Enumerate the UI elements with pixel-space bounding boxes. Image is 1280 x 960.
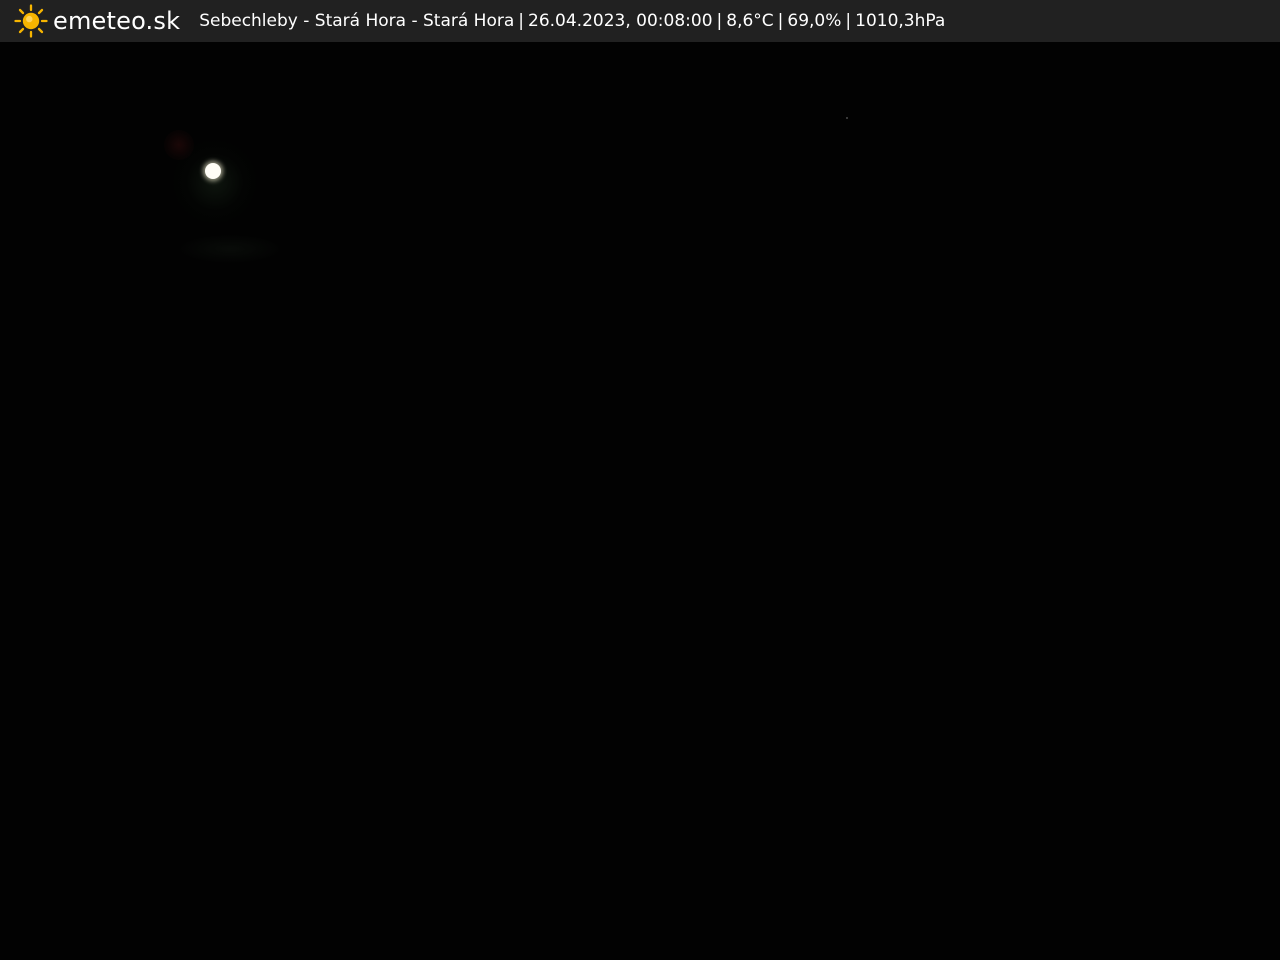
webcam-frame: emeteo.sk Sebechleby - Stará Hora - Star… bbox=[0, 0, 1280, 960]
brand-name: emeteo.sk bbox=[53, 7, 181, 35]
pressure-reading: 1010,3hPa bbox=[855, 11, 946, 31]
capture-datetime: 26.04.2023, 00:08:00 bbox=[528, 11, 713, 31]
webcam-info-bar: emeteo.sk Sebechleby - Stará Hora - Star… bbox=[0, 0, 1280, 42]
separator: | bbox=[716, 11, 723, 31]
humidity-reading: 69,0% bbox=[787, 11, 842, 31]
star bbox=[846, 117, 848, 119]
separator: | bbox=[845, 11, 852, 31]
faint-cloud bbox=[180, 235, 280, 263]
moon bbox=[205, 163, 221, 179]
separator: | bbox=[777, 11, 784, 31]
webcam-caption: Sebechleby - Stará Hora - Stará Hora | 2… bbox=[199, 0, 945, 42]
emeteo-logo: emeteo.sk bbox=[14, 0, 180, 42]
lens-flare bbox=[164, 130, 194, 160]
sun-icon bbox=[14, 4, 48, 38]
night-sky-image bbox=[0, 42, 1280, 960]
location-name: Sebechleby - Stará Hora - Stará Hora bbox=[199, 11, 515, 31]
temperature-reading: 8,6°C bbox=[726, 11, 774, 31]
separator: | bbox=[518, 11, 525, 31]
